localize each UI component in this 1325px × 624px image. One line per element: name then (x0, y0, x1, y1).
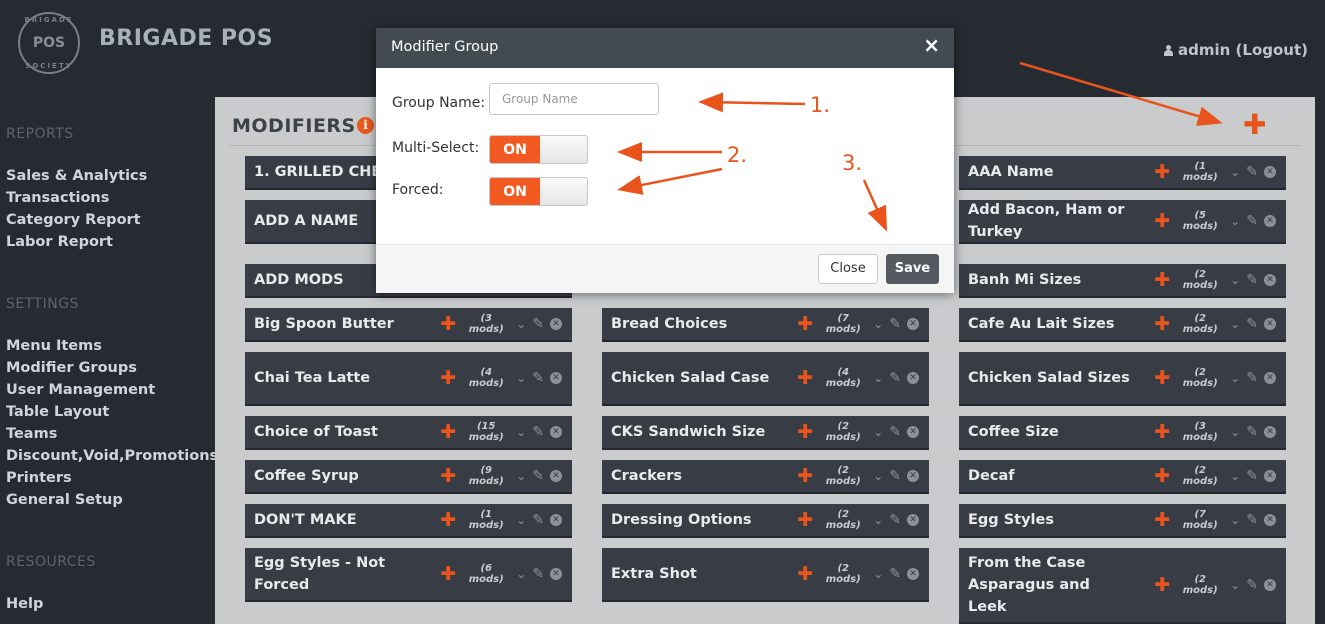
annotation-2: 2. (727, 143, 748, 167)
arrow-add (1019, 61, 1223, 126)
annotation-1: 1. (810, 93, 831, 117)
arrow-3 (862, 179, 888, 232)
annotation-arrows (617, 61, 1223, 232)
annotation-3: 3. (842, 151, 863, 175)
arrow-2b (617, 167, 723, 195)
arrow-1 (698, 92, 806, 113)
